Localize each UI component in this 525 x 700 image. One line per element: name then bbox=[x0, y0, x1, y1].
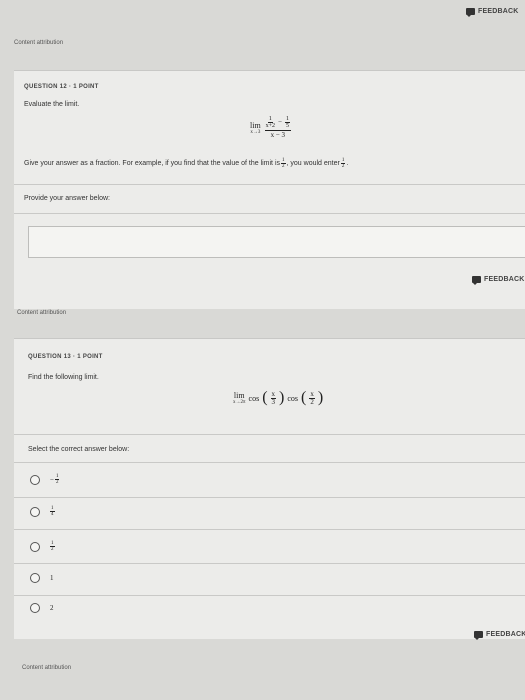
term1-numerator: 1 bbox=[267, 116, 273, 123]
radio-button[interactable] bbox=[30, 506, 40, 517]
lim-subscript: x→2π bbox=[233, 400, 246, 405]
instruction-end: . bbox=[346, 160, 349, 167]
answer-option-1[interactable]: − 1 2 bbox=[30, 474, 60, 485]
main-fraction: 1 x+2 − 1 5 x − 3 bbox=[264, 116, 292, 139]
limit-expression-13: lim x→2π cos ( x 3 ) cos ( x 2 ) bbox=[233, 389, 324, 406]
feedback-icon bbox=[474, 631, 483, 640]
term2-numerator: 1 bbox=[285, 116, 291, 123]
question-13-prompt: Find the following limit. bbox=[28, 374, 99, 381]
divider bbox=[14, 462, 525, 463]
option-value: 2 bbox=[50, 604, 54, 612]
radio-button[interactable] bbox=[30, 573, 40, 583]
content-attribution-1[interactable]: Content attribution bbox=[14, 40, 63, 46]
answer-option-4[interactable]: 1 bbox=[30, 573, 54, 583]
feedback-button-q13[interactable]: FEEDBACK bbox=[474, 631, 525, 640]
divider bbox=[14, 595, 525, 596]
answer-option-5[interactable]: 2 bbox=[30, 603, 54, 613]
minus-sign: − bbox=[278, 118, 283, 126]
content-attribution-3[interactable]: Content attribution bbox=[22, 665, 71, 671]
option-value: 1 bbox=[50, 574, 54, 582]
answer-label-13: Select the correct answer below: bbox=[28, 446, 130, 453]
arg2-denominator: 2 bbox=[310, 397, 314, 406]
content-attribution-2[interactable]: Content attribution bbox=[17, 310, 66, 316]
cos-1: cos bbox=[248, 393, 260, 403]
option-sign: − bbox=[50, 475, 54, 484]
question-13-header: QUESTION 13 · 1 POINT bbox=[28, 354, 103, 360]
lim-operator: lim bbox=[250, 120, 261, 130]
divider bbox=[14, 497, 525, 498]
answer-input-12[interactable] bbox=[28, 226, 525, 258]
radio-button[interactable] bbox=[30, 603, 40, 613]
feedback-icon bbox=[466, 8, 475, 17]
question-12-header: QUESTION 12 · 1 POINT bbox=[24, 84, 99, 90]
divider bbox=[14, 213, 525, 214]
feedback-label: FEEDBACK bbox=[478, 8, 519, 15]
cos-2: cos bbox=[287, 393, 299, 403]
option-denominator: 4 bbox=[51, 512, 54, 517]
term1-denominator: x+2 bbox=[265, 123, 276, 129]
main-denominator: x − 3 bbox=[270, 131, 286, 139]
divider bbox=[14, 529, 525, 530]
example-fraction-den: 2 bbox=[282, 164, 285, 169]
divider bbox=[14, 563, 525, 564]
lim-operator: lim bbox=[233, 391, 245, 400]
limit-expression-12: lim x→3 1 x+2 − 1 5 x − 3 bbox=[250, 116, 292, 139]
arg1-denominator: 3 bbox=[271, 397, 276, 406]
question-12-instruction: Give your answer as a fraction. For exam… bbox=[24, 158, 348, 169]
feedback-button-top[interactable]: FEEDBACK bbox=[466, 8, 519, 17]
divider bbox=[14, 184, 525, 185]
option-denominator: 2 bbox=[51, 547, 54, 552]
question-13-card bbox=[14, 338, 525, 639]
feedback-icon bbox=[472, 276, 481, 285]
lim-subscript: x→3 bbox=[250, 129, 261, 135]
radio-button[interactable] bbox=[30, 474, 40, 485]
divider bbox=[14, 434, 525, 435]
feedback-label: FEEDBACK bbox=[484, 276, 525, 283]
feedback-label: FEEDBACK bbox=[486, 631, 525, 638]
radio-button[interactable] bbox=[30, 541, 40, 552]
question-12-card bbox=[14, 70, 525, 309]
entry-fraction-den: 2 bbox=[341, 164, 345, 169]
feedback-button-q12[interactable]: FEEDBACK bbox=[472, 276, 525, 285]
answer-option-3[interactable]: 1 2 bbox=[30, 541, 55, 552]
question-12-prompt: Evaluate the limit. bbox=[24, 101, 80, 108]
answer-label-12: Provide your answer below: bbox=[24, 195, 110, 202]
answer-option-2[interactable]: 1 4 bbox=[30, 506, 55, 517]
option-denominator: 2 bbox=[55, 480, 59, 485]
instruction-text-1: Give your answer as a fraction. For exam… bbox=[24, 160, 281, 167]
instruction-text-2: , you would enter bbox=[286, 160, 340, 167]
term2-denominator: 5 bbox=[286, 123, 290, 129]
